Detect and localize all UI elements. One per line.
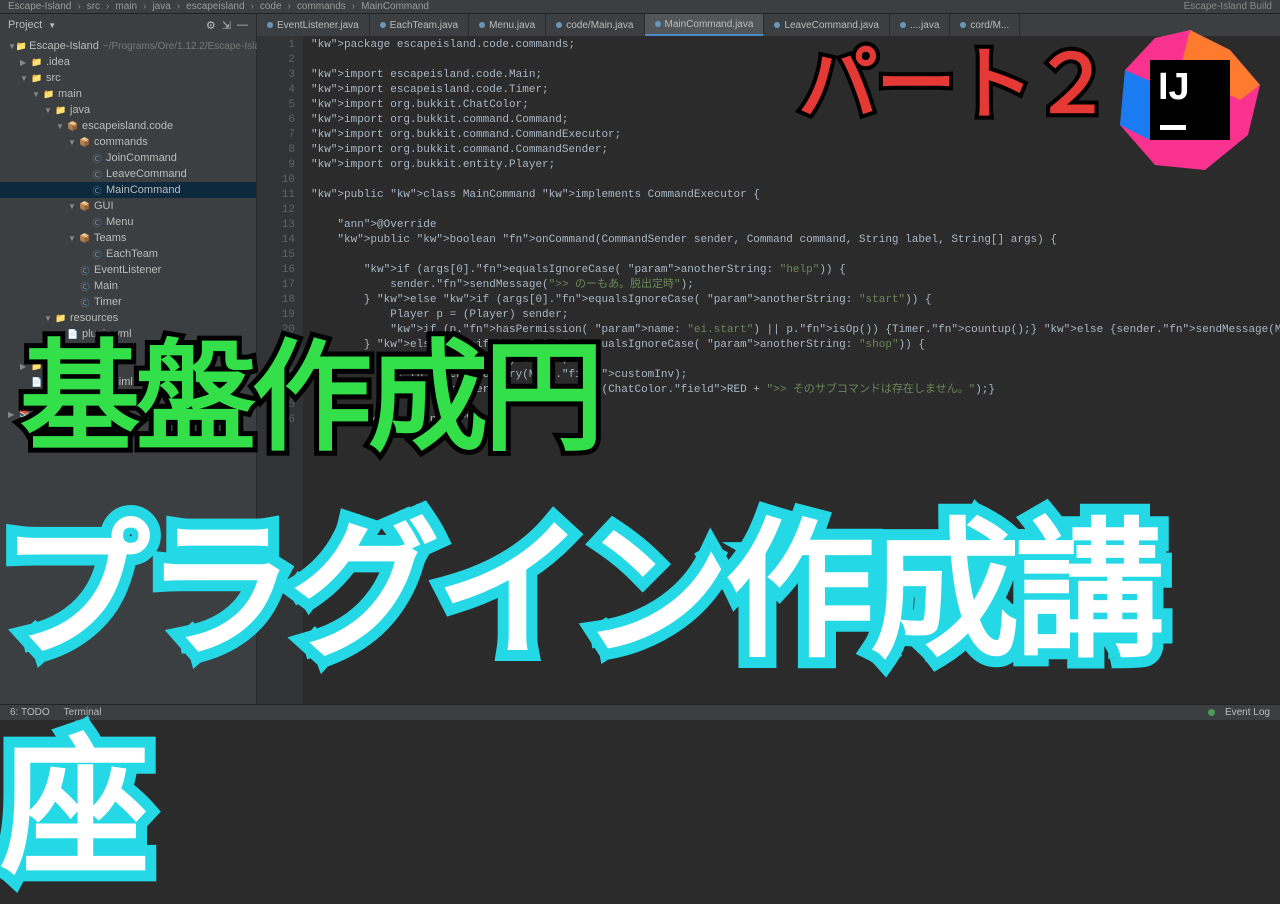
- breadcrumb[interactable]: main: [115, 1, 137, 12]
- tree-item-maincommand[interactable]: ⒸMainCommand: [0, 182, 256, 198]
- editor-tab[interactable]: code/Main.java: [546, 14, 644, 36]
- tree-item-java[interactable]: ▼📁java: [0, 102, 256, 118]
- overlay-cyan-title: プラグイン作成講座: [0, 470, 1280, 904]
- editor-tab[interactable]: EventListener.java: [257, 14, 370, 36]
- tree-item-escape-island[interactable]: ▼📁Escape-Island~/Programs/Ore/1.12.2/Esc…: [0, 38, 256, 54]
- tree-item-escapeisland-code[interactable]: ▼📦escapeisland.code: [0, 118, 256, 134]
- project-panel-title: Project: [8, 19, 42, 31]
- breadcrumb[interactable]: src: [87, 1, 100, 12]
- tree-item--idea[interactable]: ▶📁.idea: [0, 54, 256, 70]
- hide-icon[interactable]: —: [237, 19, 248, 31]
- breadcrumb[interactable]: java: [152, 1, 170, 12]
- breadcrumb[interactable]: MainCommand: [361, 1, 429, 12]
- overlay-part-number: パート２: [798, 20, 1110, 136]
- editor-tab[interactable]: MainCommand.java: [645, 14, 765, 36]
- intellij-logo: IJ: [1120, 30, 1260, 170]
- tree-item-joincommand[interactable]: ⒸJoinCommand: [0, 150, 256, 166]
- overlay-green-title: 基盤作成円: [20, 300, 600, 474]
- breadcrumb[interactable]: escapeisland: [186, 1, 244, 12]
- editor-tab[interactable]: Menu.java: [469, 14, 546, 36]
- tree-item-main[interactable]: ⒸMain: [0, 278, 256, 294]
- run-config[interactable]: Escape-Island Build: [1184, 1, 1272, 12]
- tree-item-teams[interactable]: ▼📦Teams: [0, 230, 256, 246]
- tree-item-menu[interactable]: ⒸMenu: [0, 214, 256, 230]
- breadcrumb-bar: Escape-Island› src› main› java› escapeis…: [0, 0, 1280, 14]
- editor-tab[interactable]: EachTeam.java: [370, 14, 469, 36]
- tree-item-gui[interactable]: ▼📦GUI: [0, 198, 256, 214]
- breadcrumb[interactable]: commands: [297, 1, 346, 12]
- breadcrumb[interactable]: Escape-Island: [8, 1, 71, 12]
- tree-item-commands[interactable]: ▼📦commands: [0, 134, 256, 150]
- project-panel-header[interactable]: Project ▼ ⚙ ⇲ —: [0, 14, 256, 36]
- gear-icon[interactable]: ⚙: [206, 19, 216, 32]
- tree-item-eventlistener[interactable]: ⒸEventListener: [0, 262, 256, 278]
- breadcrumb[interactable]: code: [260, 1, 282, 12]
- tree-item-main[interactable]: ▼📁main: [0, 86, 256, 102]
- tree-item-eachteam[interactable]: ⒸEachTeam: [0, 246, 256, 262]
- tree-item-src[interactable]: ▼📁src: [0, 70, 256, 86]
- tree-item-leavecommand[interactable]: ⒸLeaveCommand: [0, 166, 256, 182]
- logo-text: IJ: [1158, 66, 1190, 108]
- collapse-icon[interactable]: ⇲: [222, 19, 231, 32]
